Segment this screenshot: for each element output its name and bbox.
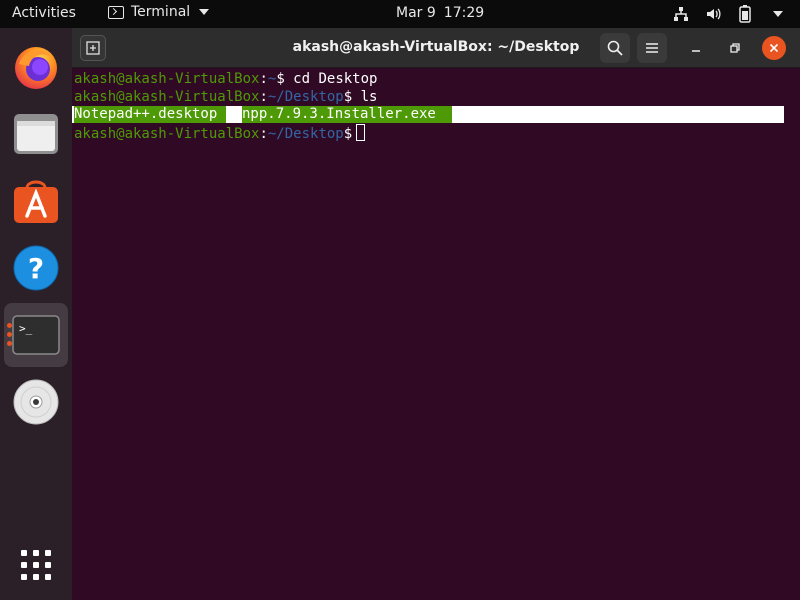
- network-icon: [672, 5, 690, 23]
- search-icon: [607, 40, 623, 56]
- terminal-icon: [108, 5, 124, 19]
- dock-help[interactable]: ?: [4, 236, 68, 300]
- firefox-icon: [15, 47, 57, 89]
- prompt-user-host: akash@akash-VirtualBox: [74, 126, 260, 142]
- power-menu-caret-icon: [768, 5, 786, 23]
- top-bar: Activities Terminal Mar 9 17:29: [0, 0, 800, 28]
- terminal-line: akash@akash-VirtualBox:~/Desktop$ ls: [74, 89, 378, 105]
- help-icon: ?: [13, 245, 59, 291]
- ls-entry-file: Notepad++.desktop: [74, 106, 226, 123]
- app-menu[interactable]: Terminal: [108, 4, 210, 20]
- close-icon: [769, 43, 779, 53]
- prompt-path: ~: [267, 71, 277, 87]
- text-cursor: [356, 124, 366, 141]
- terminal-app-icon: >_: [12, 315, 60, 355]
- restore-icon: [730, 43, 740, 53]
- hamburger-icon: [646, 43, 658, 53]
- clock-date: Mar 9: [396, 5, 436, 21]
- command-text: ls: [360, 89, 378, 105]
- prompt-user-host: akash@akash-VirtualBox: [74, 71, 260, 87]
- running-indicator: [7, 323, 12, 346]
- maximize-button[interactable]: [720, 33, 750, 63]
- dock-files[interactable]: [4, 102, 68, 166]
- dock-terminal[interactable]: >_: [4, 303, 68, 367]
- dock-firefox[interactable]: [4, 35, 68, 99]
- search-button[interactable]: [600, 33, 630, 63]
- minimize-icon: [692, 50, 700, 52]
- battery-icon: [736, 5, 754, 23]
- terminal-window: akash@akash-VirtualBox: ~/Desktop akash@…: [72, 28, 800, 600]
- command-text: cd Desktop: [293, 71, 378, 87]
- prompt-user-host: akash@akash-VirtualBox: [74, 89, 260, 105]
- prompt-path: ~/Desktop: [267, 126, 344, 142]
- hamburger-menu-button[interactable]: [637, 33, 667, 63]
- svg-text:?: ?: [28, 252, 44, 285]
- ls-entry-file: npp.7.9.3.Installer.exe: [242, 106, 452, 123]
- title-bar[interactable]: akash@akash-VirtualBox: ~/Desktop: [72, 28, 800, 68]
- terminal-output[interactable]: akash@akash-VirtualBox:~$ cd Desktop aka…: [72, 68, 800, 600]
- dock-ubuntu-software[interactable]: [4, 169, 68, 233]
- folder-icon: [14, 114, 58, 154]
- terminal-line: akash@akash-VirtualBox:~/Desktop$: [74, 124, 366, 143]
- show-applications-button[interactable]: [4, 533, 68, 597]
- activities-button[interactable]: Activities: [12, 5, 76, 21]
- minimize-button[interactable]: [681, 33, 711, 63]
- svg-text:>_: >_: [19, 322, 33, 335]
- app-grid-icon: [21, 550, 51, 580]
- dock-dvd-drive[interactable]: [4, 370, 68, 434]
- clock[interactable]: Mar 9 17:29: [396, 5, 484, 21]
- disc-icon: [13, 379, 59, 425]
- close-button[interactable]: [762, 36, 786, 60]
- volume-icon: [704, 5, 722, 23]
- system-tray[interactable]: [672, 5, 786, 23]
- clock-time: 17:29: [443, 5, 485, 21]
- chevron-down-icon: [199, 9, 210, 15]
- dock: ? >_: [0, 28, 72, 600]
- app-menu-label: Terminal: [131, 4, 191, 20]
- terminal-line: akash@akash-VirtualBox:~$ cd Desktop: [74, 71, 378, 87]
- ls-output-line: Notepad++.desktop npp.7.9.3.Installer.ex…: [72, 106, 784, 123]
- prompt-path: ~/Desktop: [267, 89, 344, 105]
- software-store-icon: [14, 180, 58, 223]
